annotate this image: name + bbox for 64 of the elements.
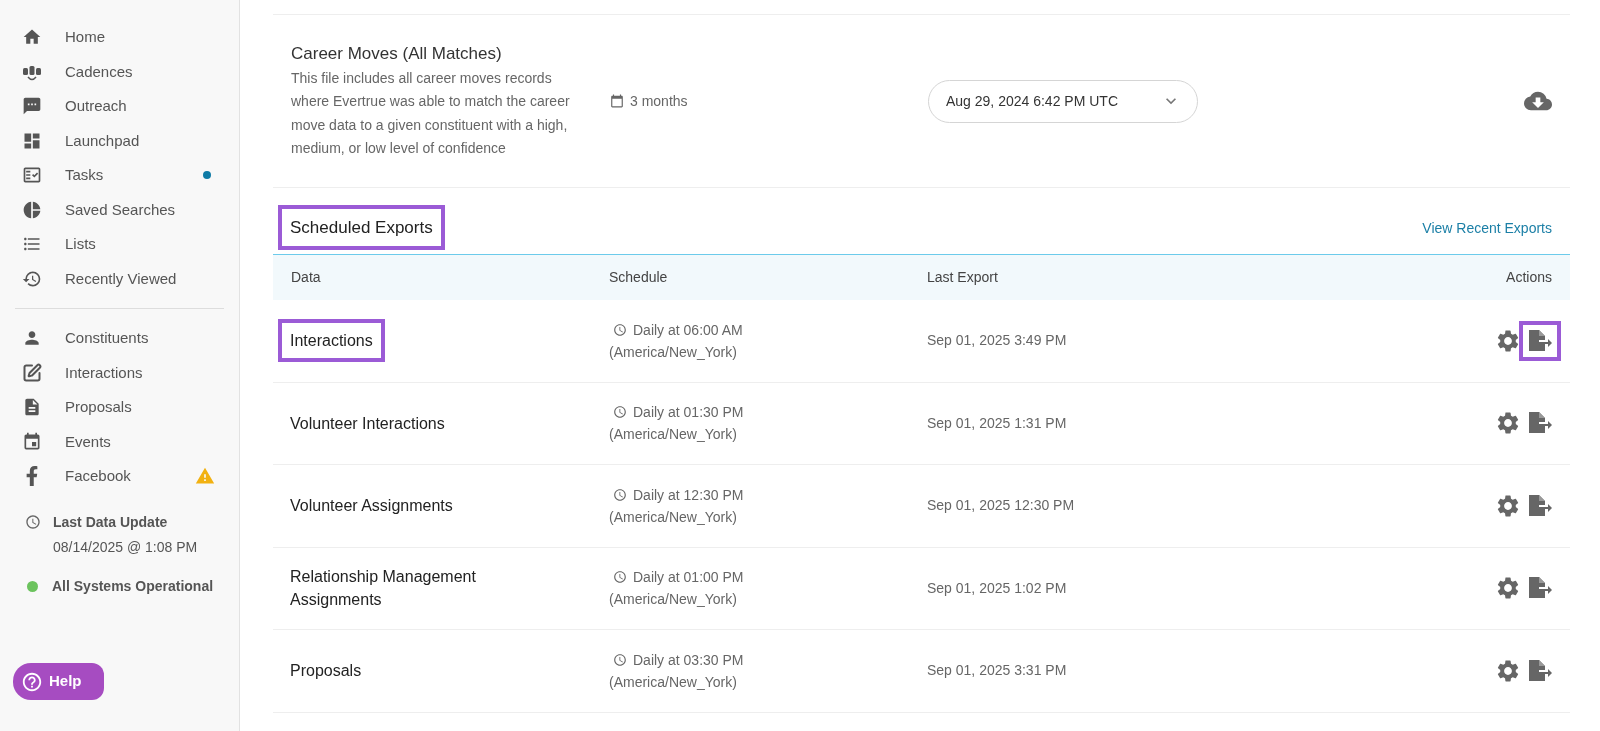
timezone: (America/New_York) <box>609 672 738 692</box>
last-update-value: 08/14/2025 @ 1:08 PM <box>53 537 198 557</box>
calendar-icon <box>610 94 624 108</box>
last-export: Sep 01, 2025 12:30 PM <box>927 496 1075 516</box>
column-header: Last Export <box>927 268 998 287</box>
schedule: Daily at 01:00 PM <box>633 568 744 588</box>
last-update-title: Last Data Update <box>53 512 169 532</box>
export-name: Interactions <box>290 331 373 352</box>
column-header: Actions <box>1506 268 1552 287</box>
period: 3 months <box>630 91 688 111</box>
timezone: (America/New_York) <box>609 342 738 362</box>
schedule: Daily at 01:30 PM <box>633 403 744 423</box>
section-title: Scheduled Exports <box>290 217 433 237</box>
column-header: Data <box>291 268 322 287</box>
last-export: Sep 01, 2025 1:02 PM <box>927 578 1067 598</box>
export-file-icon[interactable] <box>1527 576 1553 601</box>
nav-item[interactable]: Recently Viewed <box>65 267 177 290</box>
timezone: (America/New_York) <box>609 507 738 527</box>
nav-item[interactable]: Interactions <box>65 361 143 384</box>
last-export: Sep 01, 2025 3:31 PM <box>927 661 1067 681</box>
export-name: Volunteer Assignments <box>290 496 453 517</box>
nav-item[interactable]: Outreach <box>65 95 127 118</box>
export-file-icon[interactable] <box>1527 411 1553 436</box>
schedule: Daily at 03:30 PM <box>633 650 744 670</box>
system-status[interactable]: All Systems Operational <box>52 575 214 597</box>
export-file-icon[interactable] <box>1527 493 1553 518</box>
timezone: (America/New_York) <box>609 590 738 610</box>
help-icon <box>21 670 43 693</box>
nav-icon <box>22 199 42 220</box>
schedule: Daily at 06:00 AM <box>633 320 743 340</box>
nav-item[interactable]: Constituents <box>65 327 149 350</box>
nav-item[interactable]: Launchpad <box>65 129 140 152</box>
last-export: Sep 01, 2025 3:49 PM <box>927 331 1067 351</box>
nav-icon <box>22 165 42 186</box>
nav-item[interactable]: Proposals <box>65 396 132 419</box>
last-export: Sep 01, 2025 1:31 PM <box>927 413 1067 433</box>
file-description: This file includes all career moves records where Evertrue was able to match the career move data to a given constituent with a high, medium, or low level of confidence <box>291 68 571 159</box>
clock-icon <box>613 322 627 337</box>
nav-icon <box>22 431 42 452</box>
export-file-icon[interactable] <box>1527 328 1553 353</box>
column-header: Schedule <box>609 268 669 287</box>
timezone: (America/New_York) <box>609 425 738 445</box>
clock-icon <box>613 405 627 420</box>
nav-item[interactable]: Lists <box>65 233 96 256</box>
clock-icon <box>613 652 627 667</box>
clock-icon <box>613 487 627 502</box>
clock-icon <box>25 513 41 530</box>
export-name: Volunteer Interactions <box>290 413 445 434</box>
export-file-icon[interactable] <box>1527 658 1553 683</box>
nav-item[interactable]: Saved Searches <box>65 198 176 221</box>
nav-item[interactable]: Events <box>65 430 111 453</box>
file-title: Career Moves (All Matches) <box>291 43 503 66</box>
nav-icon <box>22 397 42 418</box>
export-name: Relationship Management Assignments <box>290 567 477 611</box>
clock-icon <box>613 570 627 585</box>
export-name: Proposals <box>290 661 362 682</box>
view-recent-exports-link[interactable]: View Recent Exports <box>1422 218 1552 246</box>
schedule: Daily at 12:30 PM <box>633 485 744 505</box>
help-button[interactable]: Help <box>13 663 104 700</box>
nav-item[interactable]: Tasks <box>65 164 104 187</box>
nav-icon <box>22 362 42 383</box>
nav-item[interactable]: Facebook <box>65 465 131 488</box>
nav-item[interactable]: Cadences <box>65 60 133 83</box>
nav-item[interactable]: Home <box>65 26 105 49</box>
